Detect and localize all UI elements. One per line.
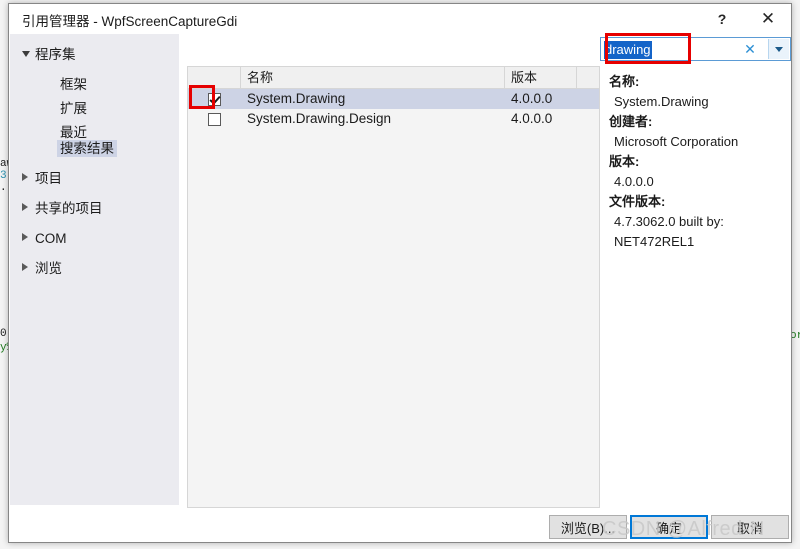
sidebar-group-projects[interactable]: 项目 [10,169,62,188]
sidebar-group-label: 程序集 [35,47,76,62]
chevron-right-icon [22,263,28,271]
detail-value-file-version-line2: NET472REL1 [614,234,695,249]
row-name: System.Drawing.Design [247,111,392,126]
row-name: System.Drawing [247,91,346,106]
window-title: 引用管理器 - WpfScreenCaptureGdi [22,14,238,29]
sidebar-item-label: 搜索结果 [57,140,117,157]
detail-value-file-version: 4.7.3062.0 built by: [614,214,724,229]
search-field-wrapper: drawing ✕ [600,33,791,64]
search-input-value: drawing [604,41,652,59]
column-header-name[interactable]: 名称 [241,67,505,88]
column-header-check[interactable] [188,67,241,88]
table-row[interactable]: System.Drawing.Design 4.0.0.0 [188,109,599,129]
browse-button[interactable]: 浏览(B)... [549,515,627,539]
close-icon[interactable]: ✕ [745,4,791,34]
column-header-version[interactable]: 版本 [505,67,577,88]
sidebar-group-assemblies[interactable]: 程序集 [10,45,76,64]
column-header-pad [577,67,600,88]
row-checkbox-cell[interactable] [188,89,241,109]
sidebar-group-label: COM [35,231,67,246]
help-icon[interactable]: ? [699,4,745,34]
detail-label-file-version: 文件版本: [609,194,666,209]
chevron-right-icon [22,203,28,211]
assembly-list: 名称 版本 System.Drawing 4.0.0.0 System.Draw… [187,66,600,508]
detail-label-version: 版本: [609,154,640,169]
chevron-down-icon[interactable] [768,39,789,59]
sidebar-item-extensions[interactable]: 扩展 [10,99,90,118]
sidebar-item-label: 扩展 [60,101,87,116]
sidebar: 程序集 框架 扩展 最近 搜索结果 项目 共享的项目 COM 浏览 [10,34,179,505]
reference-manager-dialog: 引用管理器 - WpfScreenCaptureGdi ? ✕ 程序集 框架 扩… [8,3,792,543]
sidebar-group-com[interactable]: COM [10,229,67,248]
detail-value-name: System.Drawing [614,94,709,109]
row-version: 4.0.0.0 [511,91,553,106]
sidebar-item-search-results[interactable]: 搜索结果 [10,139,117,158]
checkbox-icon[interactable] [208,92,221,106]
ok-button[interactable]: 确定 [630,515,708,539]
cancel-button[interactable]: 取消 [711,515,789,539]
sidebar-group-label: 浏览 [35,261,62,276]
sidebar-group-label: 项目 [35,171,62,186]
detail-value-author: Microsoft Corporation [614,134,739,149]
row-version: 4.0.0.0 [511,111,553,126]
sidebar-group-shared-projects[interactable]: 共享的项目 [10,199,103,218]
sidebar-item-label: 框架 [60,77,87,92]
sidebar-group-browse[interactable]: 浏览 [10,259,62,278]
checkbox-icon[interactable] [208,112,221,126]
chevron-down-icon [22,51,30,57]
detail-panel: 名称: System.Drawing 创建者: Microsoft Corpor… [609,72,792,502]
chevron-right-icon [22,233,28,241]
list-header: 名称 版本 [188,67,599,89]
table-row[interactable]: System.Drawing 4.0.0.0 [188,89,599,109]
chevron-right-icon [22,173,28,181]
detail-label-author: 创建者: [609,114,653,129]
title-bar: 引用管理器 - WpfScreenCaptureGdi ? ✕ [9,4,791,34]
detail-value-version: 4.0.0.0 [614,174,654,189]
detail-label-name: 名称: [609,74,640,89]
sidebar-item-framework[interactable]: 框架 [10,75,90,94]
sidebar-group-label: 共享的项目 [35,201,103,216]
search-input[interactable]: drawing ✕ [600,37,791,61]
row-checkbox-cell[interactable] [188,109,241,129]
clear-icon[interactable]: ✕ [742,41,758,58]
